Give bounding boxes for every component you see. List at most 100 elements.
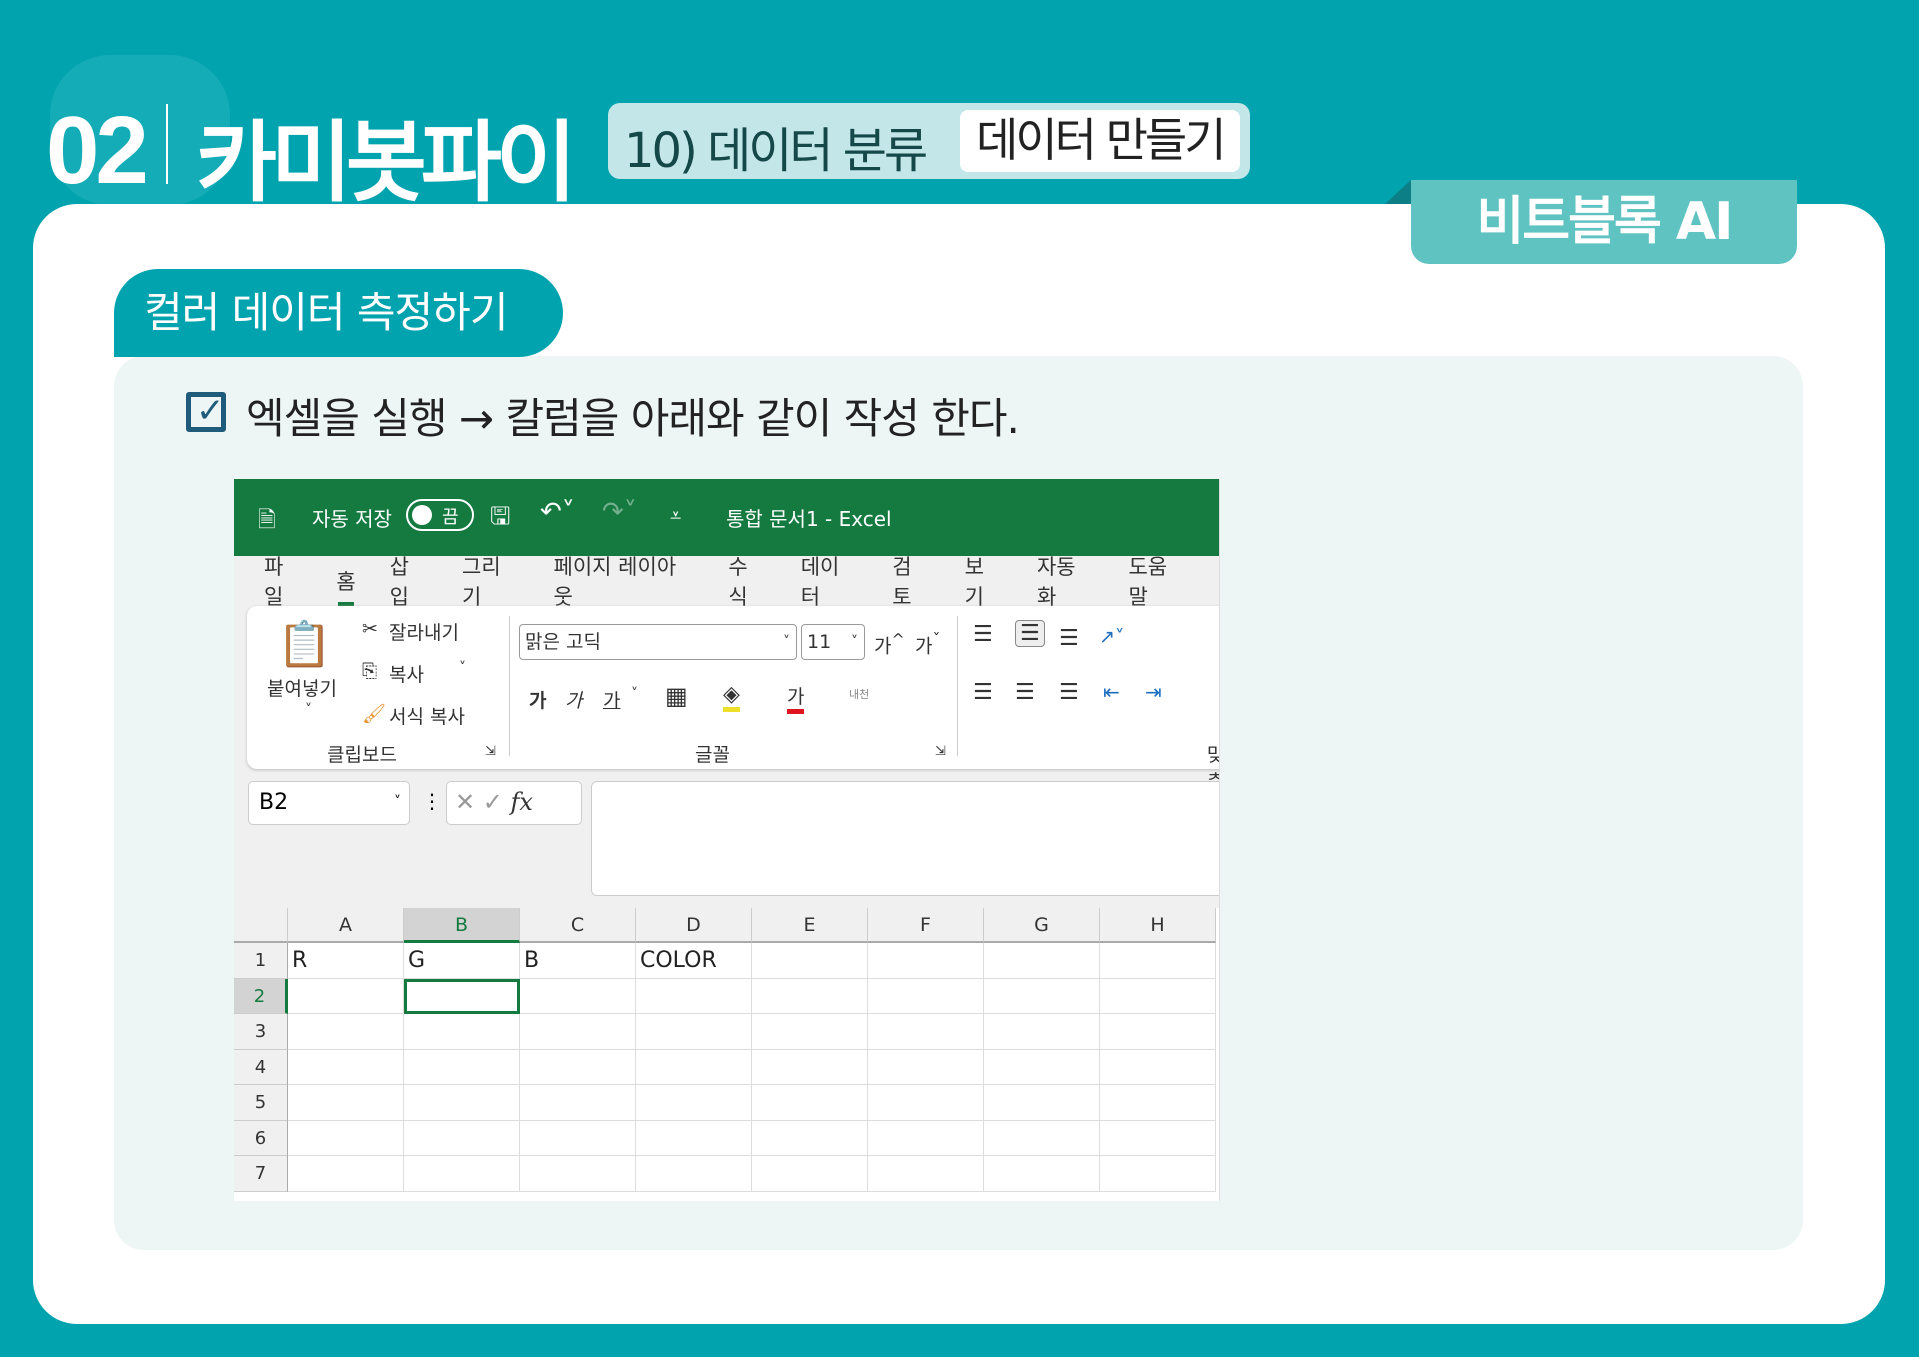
paste-icon[interactable]: 📋 (277, 618, 332, 670)
cell-G7[interactable] (984, 1156, 1100, 1192)
cell-A1[interactable]: R (288, 943, 404, 979)
column-header-D[interactable]: D (636, 908, 752, 943)
cell-H4[interactable] (1100, 1049, 1216, 1085)
cell-F2[interactable] (868, 978, 984, 1014)
cell-G2[interactable] (984, 978, 1100, 1014)
cell-B3[interactable] (404, 1014, 520, 1050)
cell-E3[interactable] (752, 1014, 868, 1050)
format-painter-button[interactable]: 서식 복사 (389, 702, 465, 729)
tab-file[interactable]: 파일 (264, 551, 302, 611)
cell-G5[interactable] (984, 1085, 1100, 1121)
font-color-button[interactable]: 가 (787, 682, 805, 714)
bold-button[interactable]: 가 (529, 686, 546, 713)
tab-page-layout[interactable]: 페이지 레이아웃 (554, 551, 695, 611)
paste-button[interactable]: 붙여넣기 (267, 674, 337, 701)
align-middle-icon[interactable]: ☰ (1015, 620, 1045, 647)
cell-G6[interactable] (984, 1120, 1100, 1156)
cell-D5[interactable] (636, 1085, 752, 1121)
copy-dropdown-icon[interactable]: ˅ (459, 660, 466, 676)
cell-H2[interactable] (1100, 978, 1216, 1014)
dialog-launcher-icon[interactable]: ⇲ (485, 744, 496, 759)
tab-draw[interactable]: 그리기 (462, 551, 520, 611)
cell-E5[interactable] (752, 1085, 868, 1121)
cell-E7[interactable] (752, 1156, 868, 1192)
cell-H6[interactable] (1100, 1120, 1216, 1156)
paste-dropdown-icon[interactable]: ˅ (305, 702, 312, 718)
cell-C2[interactable] (520, 978, 636, 1014)
cell-A4[interactable] (288, 1049, 404, 1085)
cell-D1[interactable]: COLOR (636, 943, 752, 979)
cell-D7[interactable] (636, 1156, 752, 1192)
row-header-5[interactable]: 5 (234, 1085, 288, 1121)
cell-F4[interactable] (868, 1049, 984, 1085)
cell-B4[interactable] (404, 1049, 520, 1085)
cell-F5[interactable] (868, 1085, 984, 1121)
column-header-G[interactable]: G (984, 908, 1100, 943)
cell-B6[interactable] (404, 1120, 520, 1156)
row-header-6[interactable]: 6 (234, 1120, 288, 1156)
align-center-icon[interactable]: ☰ (1015, 680, 1035, 705)
cell-G4[interactable] (984, 1049, 1100, 1085)
copy-icon[interactable]: ⎘ (362, 660, 377, 682)
cell-D4[interactable] (636, 1049, 752, 1085)
cell-D6[interactable] (636, 1120, 752, 1156)
cell-C5[interactable] (520, 1085, 636, 1121)
cell-G1[interactable] (984, 943, 1100, 979)
cell-F7[interactable] (868, 1156, 984, 1192)
tab-formulas[interactable]: 수식 (728, 551, 766, 611)
column-header-E[interactable]: E (752, 908, 868, 943)
cell-B7[interactable] (404, 1156, 520, 1192)
cell-B1[interactable]: G (404, 943, 520, 979)
cell-H3[interactable] (1100, 1014, 1216, 1050)
tab-home[interactable]: 홈 (336, 566, 356, 606)
underline-button[interactable]: 가 (603, 686, 620, 713)
customize-toolbar-icon[interactable]: ⩡ (670, 503, 681, 527)
cell-A7[interactable] (288, 1156, 404, 1192)
dialog-launcher-icon[interactable]: ⇲ (935, 744, 946, 759)
align-right-icon[interactable]: ☰ (1059, 680, 1079, 705)
tab-review[interactable]: 검토 (892, 551, 930, 611)
cell-C4[interactable] (520, 1049, 636, 1085)
row-header-2[interactable]: 2 (234, 978, 288, 1014)
undo-icon[interactable]: ↶˅ (540, 497, 575, 527)
row-header-7[interactable]: 7 (234, 1156, 288, 1192)
name-box[interactable]: B2 ˅ (248, 781, 410, 825)
align-top-icon[interactable]: ☰ (973, 622, 993, 647)
column-header-A[interactable]: A (288, 908, 404, 943)
font-size-select[interactable]: 11 ˅ (801, 624, 865, 660)
cell-F1[interactable] (868, 943, 984, 979)
redo-icon[interactable]: ↷˅ (602, 497, 637, 527)
row-header-1[interactable]: 1 (234, 943, 288, 979)
increase-indent-icon[interactable]: ⇥ (1145, 680, 1162, 704)
cell-D3[interactable] (636, 1014, 752, 1050)
phonetic-button[interactable]: 내천 (849, 686, 869, 702)
more-icon[interactable]: ⋮ (422, 789, 442, 813)
tab-view[interactable]: 보기 (965, 551, 1003, 611)
cell-C3[interactable] (520, 1014, 636, 1050)
align-bottom-icon[interactable]: ☰ (1059, 626, 1079, 651)
cell-A2[interactable] (288, 978, 404, 1014)
cell-C1[interactable]: B (520, 943, 636, 979)
column-header-H[interactable]: H (1100, 908, 1216, 943)
column-header-F[interactable]: F (868, 908, 984, 943)
cell-H7[interactable] (1100, 1156, 1216, 1192)
column-header-C[interactable]: C (520, 908, 636, 943)
tab-insert[interactable]: 삽입 (390, 551, 428, 611)
cell-A5[interactable] (288, 1085, 404, 1121)
cell-H1[interactable] (1100, 943, 1216, 979)
formula-input[interactable] (591, 781, 1219, 896)
cell-G3[interactable] (984, 1014, 1100, 1050)
column-header-B[interactable]: B (404, 908, 520, 943)
tab-help[interactable]: 도움말 (1128, 551, 1186, 611)
format-painter-icon[interactable]: 🖌 (362, 702, 386, 725)
cut-button[interactable]: 잘라내기 (389, 618, 459, 645)
insert-function-button[interactable]: fx (511, 788, 533, 816)
row-header-3[interactable]: 3 (234, 1014, 288, 1050)
cell-C6[interactable] (520, 1120, 636, 1156)
decrease-indent-icon[interactable]: ⇤ (1103, 680, 1120, 704)
cell-D2[interactable] (636, 978, 752, 1014)
font-name-select[interactable]: 맑은 고딕 ˅ (519, 624, 797, 660)
align-left-icon[interactable]: ☰ (973, 680, 993, 705)
row-header-4[interactable]: 4 (234, 1049, 288, 1085)
cell-B2[interactable] (404, 978, 520, 1014)
